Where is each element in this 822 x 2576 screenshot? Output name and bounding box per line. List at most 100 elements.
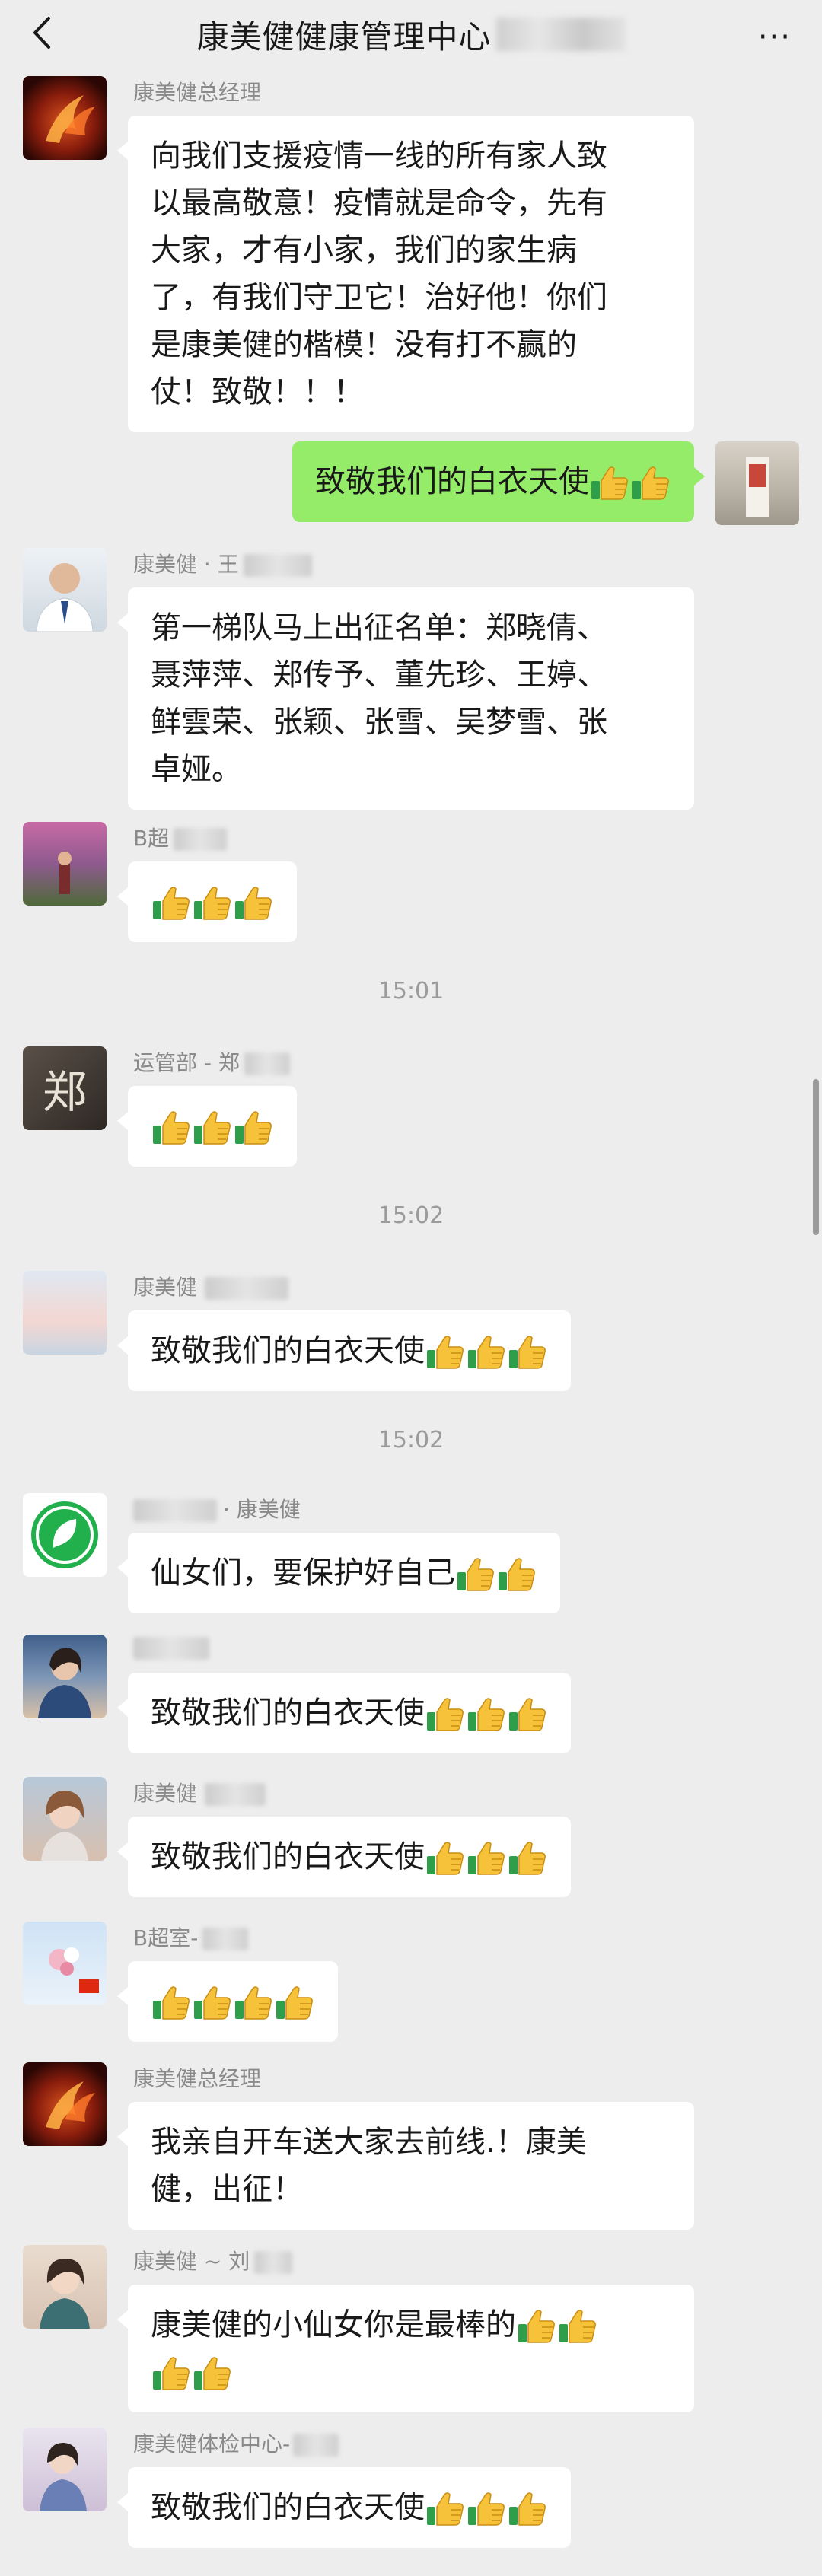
thumbs-up-emoji-group bbox=[425, 1839, 548, 1877]
thumbs-up-emoji bbox=[151, 1109, 192, 1147]
chevron-left-icon[interactable] bbox=[27, 14, 58, 52]
avatar[interactable] bbox=[23, 1271, 107, 1355]
sender-name: 康美健 bbox=[133, 1271, 289, 1301]
avatar[interactable] bbox=[715, 441, 799, 525]
thumbs-up-emoji bbox=[425, 1696, 466, 1734]
message-text: 了，有我们守卫它！治好他！你们 bbox=[151, 280, 607, 315]
scrollbar[interactable] bbox=[813, 1079, 819, 1235]
thumbs-up-emoji bbox=[192, 2355, 233, 2393]
message-bubble[interactable]: 致敬我们的白衣天使 bbox=[117, 1310, 571, 1391]
thumbs-up-emoji-group bbox=[151, 884, 274, 922]
thumbs-up-emoji bbox=[192, 1109, 233, 1147]
redacted-title-suffix bbox=[495, 18, 626, 51]
more-dots-icon[interactable]: ··· bbox=[758, 20, 792, 55]
person-photo bbox=[38, 1648, 91, 1718]
sender-name: 康美健 · 王 bbox=[133, 548, 312, 578]
avatar[interactable] bbox=[23, 822, 107, 906]
message-bubble[interactable]: 致敬我们的白衣天使 bbox=[117, 2467, 571, 2548]
thumbs-up-emoji bbox=[507, 2490, 548, 2528]
avatar[interactable] bbox=[23, 1777, 107, 1861]
thumbs-up-emoji-group bbox=[425, 1333, 548, 1371]
thumbs-up-emoji bbox=[274, 1984, 315, 2022]
thumbs-up-emoji bbox=[425, 1333, 466, 1371]
thumbs-up-emoji bbox=[455, 1555, 496, 1594]
sender-name: 康美健 ~ 刘 bbox=[133, 2245, 293, 2275]
message-text: 大家，才有小家，我们的家生病 bbox=[151, 233, 577, 268]
avatar[interactable]: 郑 bbox=[23, 1046, 107, 1130]
message-text: 我亲自开车送大家去前线.！康美 bbox=[151, 2125, 587, 2160]
thumbs-up-emoji bbox=[233, 884, 274, 922]
sender-name bbox=[133, 1635, 209, 1660]
thumbs-up-emoji-group bbox=[455, 1555, 537, 1594]
message-bubble[interactable] bbox=[117, 861, 297, 942]
avatar[interactable] bbox=[23, 2245, 107, 2329]
message-bubble[interactable]: 仙女们，要保护好自己 bbox=[117, 1533, 560, 1613]
timestamp: 15:01 bbox=[378, 978, 444, 1005]
thumbs-up-emoji-group bbox=[151, 1109, 274, 1147]
avatar[interactable] bbox=[23, 1635, 107, 1718]
message-bubble[interactable]: 康美健的小仙女你是最棒的 bbox=[117, 2285, 694, 2412]
message-bubble[interactable]: 我亲自开车送大家去前线.！康美 健，出征！ bbox=[117, 2102, 694, 2230]
message-text: 致敬我们的白衣天使 bbox=[151, 1839, 425, 1874]
message-bubble[interactable]: 致敬我们的白衣天使 bbox=[117, 1673, 571, 1753]
thumbs-up-emoji bbox=[151, 884, 192, 922]
avatar[interactable] bbox=[23, 2428, 107, 2511]
thumbs-up-emoji bbox=[233, 1984, 274, 2022]
sender-name: 康美健总经理 bbox=[133, 2066, 262, 2091]
thumbs-up-emoji bbox=[425, 2490, 466, 2528]
message-text: 卓娅。 bbox=[151, 752, 242, 787]
message-text: 致敬我们的白衣天使 bbox=[315, 464, 589, 499]
thumbs-up-emoji bbox=[630, 464, 671, 502]
message-text: 鲜雲荣、张颖、张雪、吴梦雪、张 bbox=[151, 705, 607, 740]
message-text: 聂萍萍、郑传予、董先珍、王婷、 bbox=[151, 658, 607, 693]
sender-name: 康美健 bbox=[133, 1777, 266, 1807]
thumbs-up-emoji-group bbox=[589, 464, 671, 502]
message-text: 是康美健的楷模！没有打不赢的 bbox=[151, 327, 577, 362]
avatar[interactable] bbox=[23, 76, 107, 160]
message-bubble[interactable]: 致敬我们的白衣天使 bbox=[292, 441, 705, 522]
chat-title: 康美健健康管理中心 bbox=[196, 18, 492, 56]
message-bubble[interactable]: 向我们支援疫情一线的所有家人致 以最高敬意！疫情就是命令，先有 大家，才有小家，… bbox=[117, 116, 694, 432]
thumbs-up-emoji bbox=[507, 1333, 548, 1371]
message-bubble[interactable] bbox=[117, 1961, 338, 2042]
timestamp: 15:02 bbox=[378, 1202, 444, 1229]
thumbs-up-emoji bbox=[192, 1984, 233, 2022]
thumbs-up-emoji bbox=[516, 2307, 557, 2345]
avatar[interactable] bbox=[23, 548, 107, 632]
thumbs-up-emoji bbox=[425, 1839, 466, 1877]
thumbs-up-emoji-group bbox=[151, 2355, 233, 2393]
avatar[interactable] bbox=[23, 1922, 107, 2005]
sender-name: 康美健总经理 bbox=[133, 80, 262, 105]
thumbs-up-emoji bbox=[233, 1109, 274, 1147]
message-bubble[interactable]: 第一梯队马上出征名单：郑晓倩、 聂萍萍、郑传予、董先珍、王婷、 鲜雲荣、张颖、张… bbox=[117, 587, 694, 810]
person-photo bbox=[41, 1791, 88, 1861]
thumbs-up-emoji-group bbox=[425, 2490, 548, 2528]
chat-header: 康美健健康管理中心 ··· bbox=[0, 0, 822, 68]
message-bubble[interactable]: 致敬我们的白衣天使 bbox=[117, 1817, 571, 1897]
sender-name: 康美健体检中心- bbox=[133, 2428, 339, 2458]
thumbs-up-emoji-group bbox=[516, 2307, 598, 2345]
message-text: 仗！致敬！！！ bbox=[151, 374, 364, 409]
person-photo bbox=[36, 563, 94, 632]
thumbs-up-emoji bbox=[151, 1984, 192, 2022]
message-text: 致敬我们的白衣天使 bbox=[151, 2490, 425, 2525]
message-text: 向我们支援疫情一线的所有家人致 bbox=[151, 139, 607, 174]
thumbs-up-emoji bbox=[466, 1696, 507, 1734]
avatar[interactable] bbox=[23, 2062, 107, 2146]
message-text: 致敬我们的白衣天使 bbox=[151, 1696, 425, 1731]
thumbs-up-emoji bbox=[466, 2490, 507, 2528]
thumbs-up-emoji bbox=[151, 2355, 192, 2393]
sender-name: · 康美健 bbox=[133, 1493, 301, 1524]
person-photo bbox=[40, 2443, 87, 2511]
blossom-photo bbox=[58, 852, 72, 894]
photo-thumbnail bbox=[746, 457, 769, 517]
message-text: 康美健的小仙女你是最棒的 bbox=[151, 2307, 516, 2342]
message-text: 致敬我们的白衣天使 bbox=[151, 1333, 425, 1368]
thumbs-up-emoji bbox=[496, 1555, 537, 1594]
thumbs-up-emoji bbox=[466, 1333, 507, 1371]
person-photo bbox=[40, 2259, 90, 2329]
message-bubble[interactable] bbox=[117, 1086, 297, 1167]
thumbs-up-emoji bbox=[507, 1839, 548, 1877]
thumbs-up-emoji-group bbox=[151, 1984, 315, 2022]
avatar[interactable] bbox=[23, 1493, 107, 1577]
